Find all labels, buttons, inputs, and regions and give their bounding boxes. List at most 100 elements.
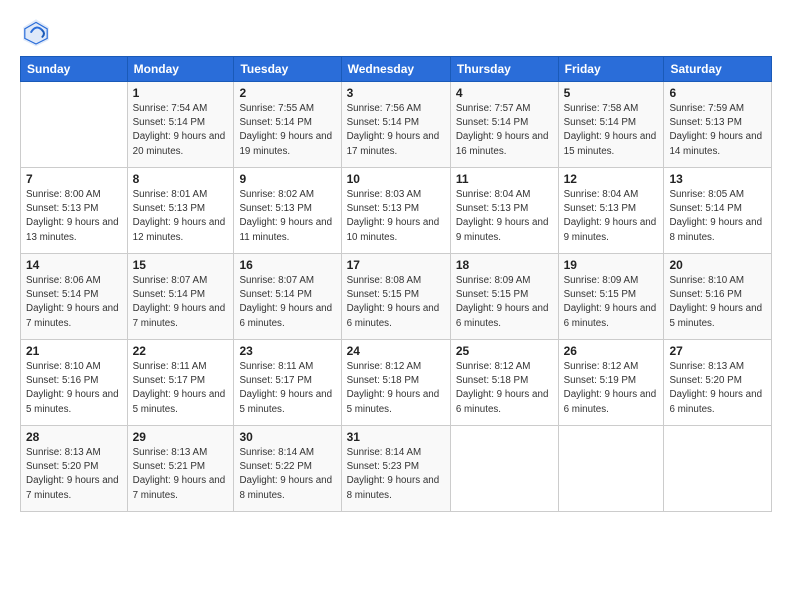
day-info: Sunrise: 8:02 AMSunset: 5:13 PMDaylight:…: [239, 188, 335, 245]
day-number: 26: [564, 344, 659, 358]
calendar-cell: 19 Sunrise: 8:09 AMSunset: 5:15 PMDayligh…: [558, 254, 664, 340]
day-info: Sunrise: 8:01 AMSunset: 5:13 PMDaylight:…: [133, 188, 229, 245]
day-info: Sunrise: 7:55 AMSunset: 5:14 PMDaylight:…: [239, 102, 335, 159]
day-info: Sunrise: 8:06 AMSunset: 5:14 PMDaylight:…: [26, 274, 122, 331]
day-number: 8: [133, 172, 229, 186]
day-info: Sunrise: 8:09 AMSunset: 5:15 PMDaylight:…: [564, 274, 659, 331]
day-info: Sunrise: 8:11 AMSunset: 5:17 PMDaylight:…: [133, 360, 229, 417]
calendar-week-5: 28 Sunrise: 8:13 AMSunset: 5:20 PMDayligh…: [21, 426, 772, 512]
day-info: Sunrise: 8:13 AMSunset: 5:21 PMDaylight:…: [133, 446, 229, 503]
day-number: 29: [133, 430, 229, 444]
calendar-cell: [558, 426, 664, 512]
day-info: Sunrise: 8:03 AMSunset: 5:13 PMDaylight:…: [347, 188, 445, 245]
calendar-cell: 13 Sunrise: 8:05 AMSunset: 5:14 PMDayligh…: [664, 168, 772, 254]
day-info: Sunrise: 8:13 AMSunset: 5:20 PMDaylight:…: [669, 360, 766, 417]
calendar-week-3: 14 Sunrise: 8:06 AMSunset: 5:14 PMDayligh…: [21, 254, 772, 340]
day-number: 1: [133, 86, 229, 100]
calendar-cell: 27 Sunrise: 8:13 AMSunset: 5:20 PMDayligh…: [664, 340, 772, 426]
calendar-body: 1 Sunrise: 7:54 AMSunset: 5:14 PMDaylight…: [21, 82, 772, 512]
weekday-header-sunday: Sunday: [21, 57, 128, 82]
weekday-header-wednesday: Wednesday: [341, 57, 450, 82]
day-info: Sunrise: 8:12 AMSunset: 5:18 PMDaylight:…: [456, 360, 553, 417]
day-info: Sunrise: 8:10 AMSunset: 5:16 PMDaylight:…: [26, 360, 122, 417]
day-number: 24: [347, 344, 445, 358]
day-number: 9: [239, 172, 335, 186]
logo: [20, 16, 56, 48]
calendar-cell: 4Sunrise: 7:57 AMSunset: 5:14 PMDaylight…: [450, 82, 558, 168]
day-number: 28: [26, 430, 122, 444]
day-number: 19: [564, 258, 659, 272]
day-info: Sunrise: 7:56 AMSunset: 5:14 PMDaylight:…: [347, 102, 445, 159]
calendar-cell: 26Sunrise: 8:12 AMSunset: 5:19 PMDayligh…: [558, 340, 664, 426]
calendar-cell: 24 Sunrise: 8:12 AMSunset: 5:18 PMDayligh…: [341, 340, 450, 426]
day-info: Sunrise: 8:04 AMSunset: 5:13 PMDaylight:…: [564, 188, 659, 245]
day-number: 22: [133, 344, 229, 358]
day-info: Sunrise: 8:07 AMSunset: 5:14 PMDaylight:…: [133, 274, 229, 331]
day-number: 18: [456, 258, 553, 272]
page: SundayMondayTuesdayWednesdayThursdayFrid…: [0, 0, 792, 612]
day-info: Sunrise: 8:09 AMSunset: 5:15 PMDaylight:…: [456, 274, 553, 331]
day-info: Sunrise: 8:05 AMSunset: 5:14 PMDaylight:…: [669, 188, 766, 245]
calendar-cell: 7 Sunrise: 8:00 AMSunset: 5:13 PMDaylight…: [21, 168, 128, 254]
day-number: 4: [456, 86, 553, 100]
calendar-cell: 2 Sunrise: 7:55 AMSunset: 5:14 PMDaylight…: [234, 82, 341, 168]
weekday-header-tuesday: Tuesday: [234, 57, 341, 82]
day-number: 12: [564, 172, 659, 186]
calendar-cell: 31Sunrise: 8:14 AMSunset: 5:23 PMDayligh…: [341, 426, 450, 512]
day-number: 20: [669, 258, 766, 272]
calendar-cell: 20 Sunrise: 8:10 AMSunset: 5:16 PMDayligh…: [664, 254, 772, 340]
day-number: 25: [456, 344, 553, 358]
day-number: 27: [669, 344, 766, 358]
calendar-cell: 11Sunrise: 8:04 AMSunset: 5:13 PMDayligh…: [450, 168, 558, 254]
calendar-cell: 18 Sunrise: 8:09 AMSunset: 5:15 PMDayligh…: [450, 254, 558, 340]
day-info: Sunrise: 7:58 AMSunset: 5:14 PMDaylight:…: [564, 102, 659, 159]
logo-icon: [20, 16, 52, 48]
calendar-cell: 22 Sunrise: 8:11 AMSunset: 5:17 PMDayligh…: [127, 340, 234, 426]
day-info: Sunrise: 8:00 AMSunset: 5:13 PMDaylight:…: [26, 188, 122, 245]
day-number: 23: [239, 344, 335, 358]
day-info: Sunrise: 8:13 AMSunset: 5:20 PMDaylight:…: [26, 446, 122, 503]
weekday-header-saturday: Saturday: [664, 57, 772, 82]
calendar-cell: 29 Sunrise: 8:13 AMSunset: 5:21 PMDayligh…: [127, 426, 234, 512]
day-info: Sunrise: 7:54 AMSunset: 5:14 PMDaylight:…: [133, 102, 229, 159]
day-number: 21: [26, 344, 122, 358]
day-number: 11: [456, 172, 553, 186]
weekday-header-friday: Friday: [558, 57, 664, 82]
calendar-cell: 5 Sunrise: 7:58 AMSunset: 5:14 PMDaylight…: [558, 82, 664, 168]
day-number: 3: [347, 86, 445, 100]
calendar-cell: 10Sunrise: 8:03 AMSunset: 5:13 PMDayligh…: [341, 168, 450, 254]
header-area: [20, 16, 772, 48]
calendar-cell: [664, 426, 772, 512]
calendar-cell: 17 Sunrise: 8:08 AMSunset: 5:15 PMDayligh…: [341, 254, 450, 340]
day-number: 5: [564, 86, 659, 100]
calendar-cell: [21, 82, 128, 168]
calendar-cell: 30 Sunrise: 8:14 AMSunset: 5:22 PMDayligh…: [234, 426, 341, 512]
calendar-cell: 25 Sunrise: 8:12 AMSunset: 5:18 PMDayligh…: [450, 340, 558, 426]
day-number: 13: [669, 172, 766, 186]
weekday-header-row: SundayMondayTuesdayWednesdayThursdayFrid…: [21, 57, 772, 82]
day-number: 14: [26, 258, 122, 272]
day-info: Sunrise: 8:07 AMSunset: 5:14 PMDaylight:…: [239, 274, 335, 331]
day-number: 17: [347, 258, 445, 272]
calendar-week-2: 7 Sunrise: 8:00 AMSunset: 5:13 PMDaylight…: [21, 168, 772, 254]
calendar-cell: 6Sunrise: 7:59 AMSunset: 5:13 PMDaylight…: [664, 82, 772, 168]
day-number: 31: [347, 430, 445, 444]
calendar-cell: 14 Sunrise: 8:06 AMSunset: 5:14 PMDayligh…: [21, 254, 128, 340]
day-info: Sunrise: 8:10 AMSunset: 5:16 PMDaylight:…: [669, 274, 766, 331]
calendar-cell: 3 Sunrise: 7:56 AMSunset: 5:14 PMDaylight…: [341, 82, 450, 168]
weekday-header-thursday: Thursday: [450, 57, 558, 82]
day-number: 7: [26, 172, 122, 186]
calendar-table: SundayMondayTuesdayWednesdayThursdayFrid…: [20, 56, 772, 512]
day-number: 30: [239, 430, 335, 444]
day-info: Sunrise: 8:08 AMSunset: 5:15 PMDaylight:…: [347, 274, 445, 331]
calendar-week-1: 1 Sunrise: 7:54 AMSunset: 5:14 PMDaylight…: [21, 82, 772, 168]
day-number: 15: [133, 258, 229, 272]
calendar-cell: 15 Sunrise: 8:07 AMSunset: 5:14 PMDayligh…: [127, 254, 234, 340]
calendar-cell: 12 Sunrise: 8:04 AMSunset: 5:13 PMDayligh…: [558, 168, 664, 254]
day-info: Sunrise: 8:12 AMSunset: 5:18 PMDaylight:…: [347, 360, 445, 417]
calendar-cell: 23Sunrise: 8:11 AMSunset: 5:17 PMDayligh…: [234, 340, 341, 426]
day-info: Sunrise: 8:14 AMSunset: 5:22 PMDaylight:…: [239, 446, 335, 503]
calendar-cell: [450, 426, 558, 512]
calendar-cell: 9 Sunrise: 8:02 AMSunset: 5:13 PMDaylight…: [234, 168, 341, 254]
day-number: 2: [239, 86, 335, 100]
